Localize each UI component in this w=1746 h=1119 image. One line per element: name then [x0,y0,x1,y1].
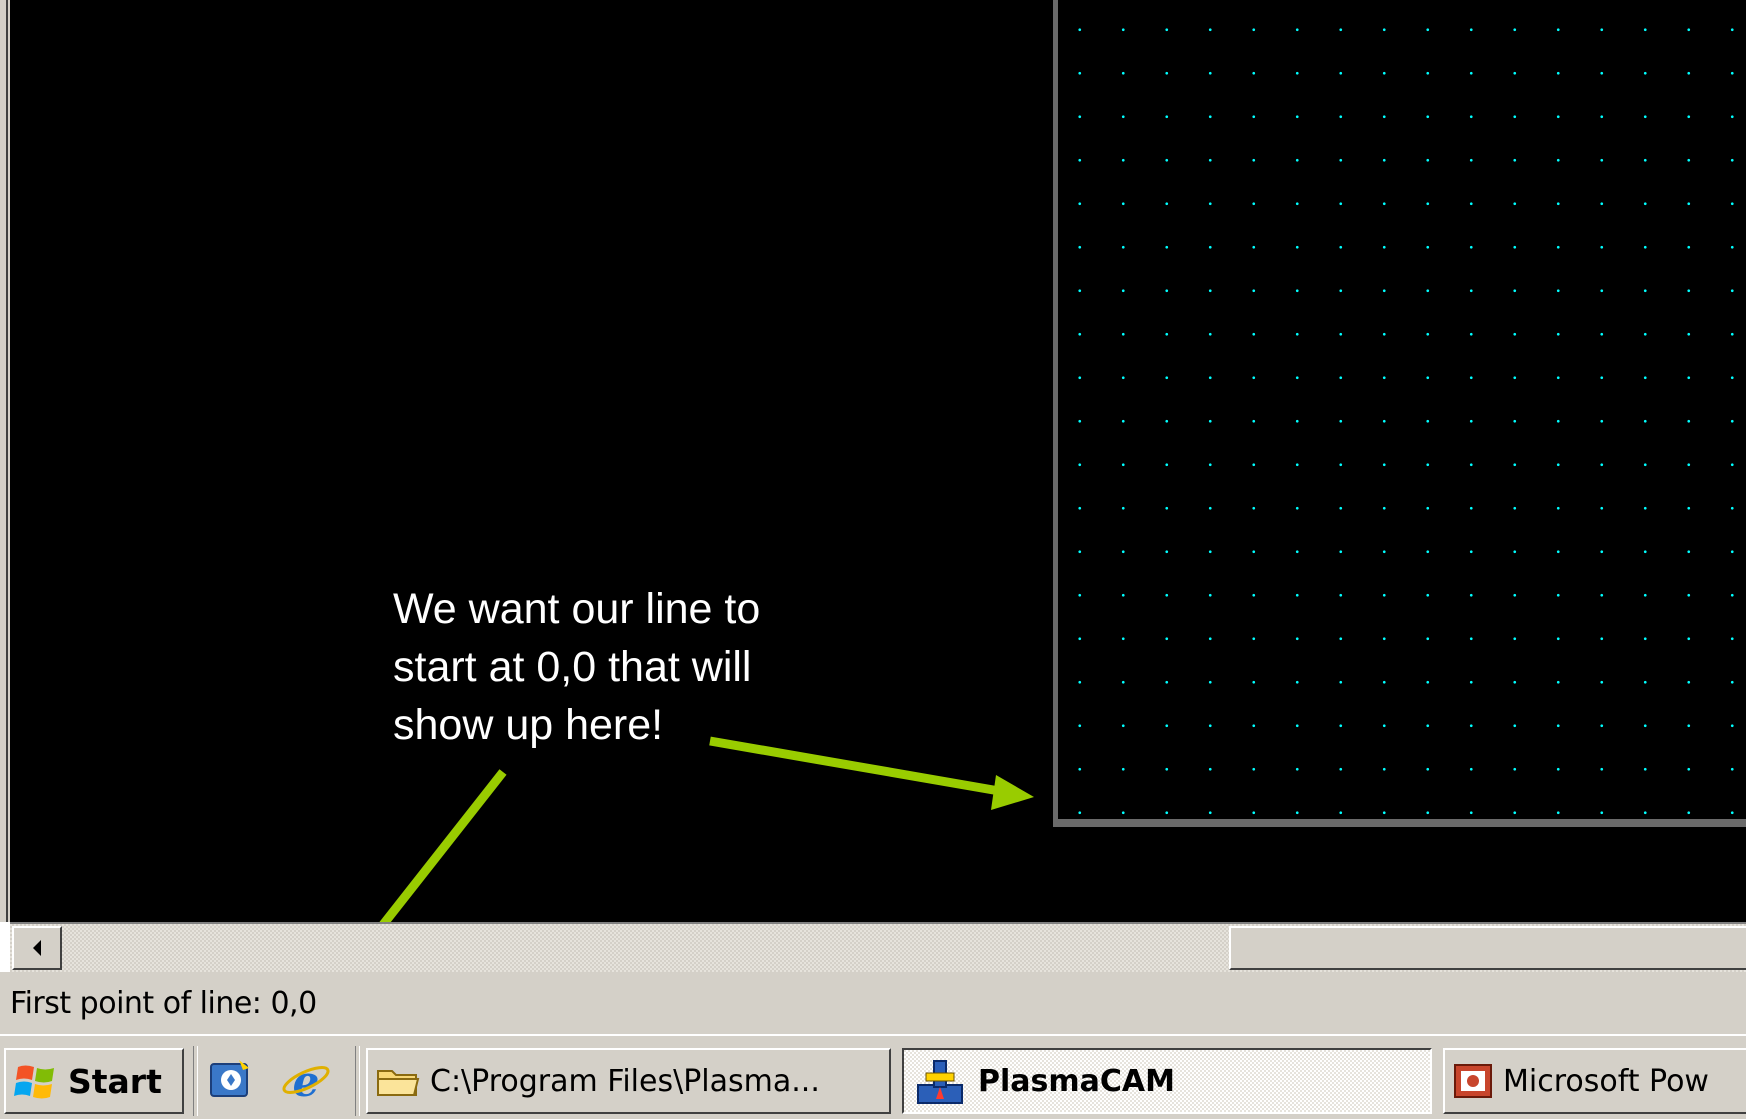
scroll-left-button[interactable] [12,926,62,970]
internet-explorer-icon[interactable]: e [280,1054,332,1106]
status-bar: First point of line: 0,0 [0,972,1746,1034]
annotation-callout: We want our line to start at 0,0 that wi… [393,585,761,749]
outlook-express-icon[interactable] [205,1054,257,1106]
horizontal-scrollbar[interactable] [10,922,1746,972]
taskbar-window-plasmacam[interactable]: PlasmaCAM [902,1048,1432,1114]
status-text: First point of line: 0,0 [10,985,317,1021]
taskbar-window-label: PlasmaCAM [978,1063,1175,1099]
taskbar: Start e C:\Program Files\Plasma... Plasm… [0,1034,1746,1119]
taskbar-window-powerpoint[interactable]: Microsoft Pow [1443,1048,1746,1114]
taskbar-window-explorer[interactable]: C:\Program Files\Plasma... [366,1048,891,1114]
drawing-canvas[interactable] [0,0,1746,922]
arrow-left-icon [33,940,41,956]
taskbar-window-label: Microsoft Pow [1503,1063,1709,1099]
powerpoint-icon [1454,1064,1492,1098]
plasmacam-icon [917,1060,963,1104]
plasmacam-screen: We want our line to start at 0,0 that wi… [0,0,1746,1119]
taskbar-window-label: C:\Program Files\Plasma... [430,1063,820,1099]
taskbar-separator [355,1046,360,1116]
svg-text:e: e [293,1057,320,1106]
taskbar-separator [193,1046,198,1116]
start-button[interactable]: Start [4,1048,184,1114]
scrollbar-thumb[interactable] [1229,926,1746,970]
windows-logo-icon [14,1065,54,1099]
folder-icon [377,1070,420,1096]
cutting-table-grid[interactable] [1053,0,1746,827]
start-label: Start [68,1061,162,1101]
